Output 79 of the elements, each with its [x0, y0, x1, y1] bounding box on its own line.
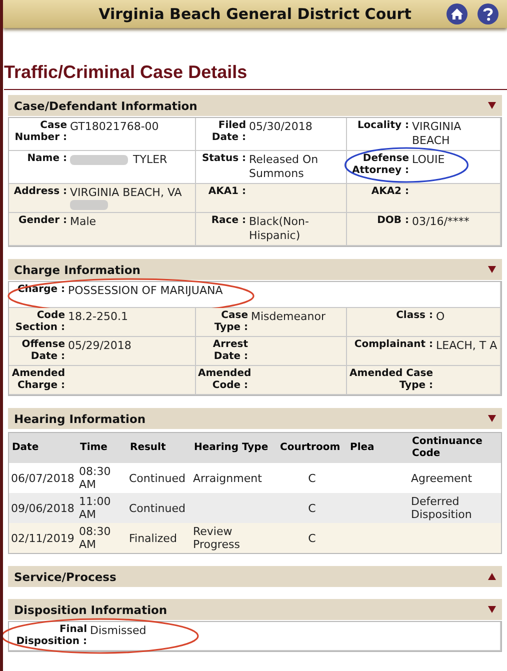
field-label: Gender : [18, 215, 67, 228]
column-header: Result [127, 432, 191, 463]
field-value: O [436, 310, 445, 324]
table-cell: 08:30 AM [77, 463, 127, 493]
field-value: 03/16/**** [412, 215, 470, 229]
expand-arrow-icon[interactable] [488, 573, 496, 580]
field-label: Name : [26, 153, 67, 166]
field-value: GT18021768-00 [70, 120, 159, 134]
field-label: Amended Case Type : [349, 368, 433, 392]
table-cell: Agreement [409, 463, 502, 493]
field-value: Male [70, 215, 96, 229]
column-header: Courtroom [277, 432, 347, 463]
field-value: TYLER [133, 153, 168, 167]
table-cell: Deferred Disposition [409, 493, 502, 523]
field-value: Dismissed [90, 624, 146, 638]
field-label: Filed Date : [210, 120, 246, 145]
field-label: Offense Date : [20, 339, 65, 363]
field-value: VIRGINIA BEACH, VA [70, 186, 182, 200]
page-title: Traffic/Criminal Case Details [4, 62, 507, 90]
field-label: Code Section : [14, 310, 65, 334]
field-value: LOUIE [412, 153, 445, 167]
field-label: Race : [210, 215, 246, 228]
table-cell: 06/07/2018 [8, 463, 77, 493]
section-header[interactable]: Disposition Information [8, 599, 502, 620]
field-label: Case Type : [213, 310, 248, 334]
field-value: VIRGINIA BEACH [412, 120, 462, 148]
redacted-text [70, 200, 108, 210]
field-label: Locality : [356, 120, 409, 133]
field-label: AKA1 : [207, 186, 246, 199]
field-label: Case Number : [14, 120, 67, 145]
table-cell: Finalized [127, 523, 191, 554]
field-label: Final Disposition : [15, 624, 87, 648]
collapse-arrow-icon[interactable] [488, 606, 496, 613]
field-label: Complainant : [353, 339, 433, 352]
field-label: DOB : [376, 215, 409, 228]
section-header[interactable]: Case/Defendant Information [8, 95, 502, 116]
collapse-arrow-icon[interactable] [488, 266, 496, 273]
table-cell: Review Progress [191, 523, 277, 554]
field-label: Amended Charge : [11, 368, 65, 392]
column-header: Continuance Code [409, 432, 502, 463]
field-value: 18.2-250.1 [68, 310, 128, 324]
column-header: Plea [347, 432, 409, 463]
field-value: POSSESSION OF MARIJUANA [68, 284, 223, 298]
table-cell: 08:30 AM [77, 523, 127, 554]
field-label: Address : [12, 186, 67, 199]
field-label: Amended Code : [198, 368, 248, 392]
table-cell: Continued [127, 463, 191, 493]
field-label: AKA2 : [370, 186, 409, 199]
field-label: Charge : [16, 284, 65, 297]
collapse-arrow-icon[interactable] [488, 102, 496, 109]
field-value: Released On Summons [249, 153, 320, 181]
column-header: Time [77, 432, 127, 463]
table-cell: Continued [127, 493, 191, 523]
table-cell: 02/11/2019 [8, 523, 77, 554]
table-cell: Arraignment [191, 463, 277, 493]
field-value: Misdemeanor [251, 310, 326, 324]
redacted-text [70, 155, 128, 165]
help-icon[interactable] [477, 3, 499, 25]
section-header[interactable]: Hearing Information [8, 408, 502, 429]
table-cell: C [277, 523, 347, 554]
field-value: 05/30/2018 [249, 120, 312, 134]
home-icon[interactable] [446, 3, 468, 25]
section-header[interactable]: Service/Process [8, 566, 502, 587]
field-label: Arrest Date : [212, 339, 248, 363]
field-value: LEACH, T A [436, 339, 498, 353]
field-label: Status : [200, 153, 246, 166]
section-header[interactable]: Charge Information [8, 259, 502, 280]
table-cell: 09/06/2018 [8, 493, 77, 523]
table-cell: 11:00 AM [77, 493, 127, 523]
field-value: 05/29/2018 [68, 339, 132, 353]
table-cell: C [277, 463, 347, 493]
court-title: Virginia Beach General District Court [98, 5, 412, 23]
column-header: Hearing Type [191, 432, 277, 463]
field-label: Class : [395, 310, 433, 323]
field-value: Black(Non-Hispanic) [249, 215, 310, 243]
table-cell: C [277, 493, 347, 523]
field-label: Defense Attorney : [350, 153, 409, 178]
collapse-arrow-icon[interactable] [488, 415, 496, 422]
column-header: Date [8, 432, 77, 463]
